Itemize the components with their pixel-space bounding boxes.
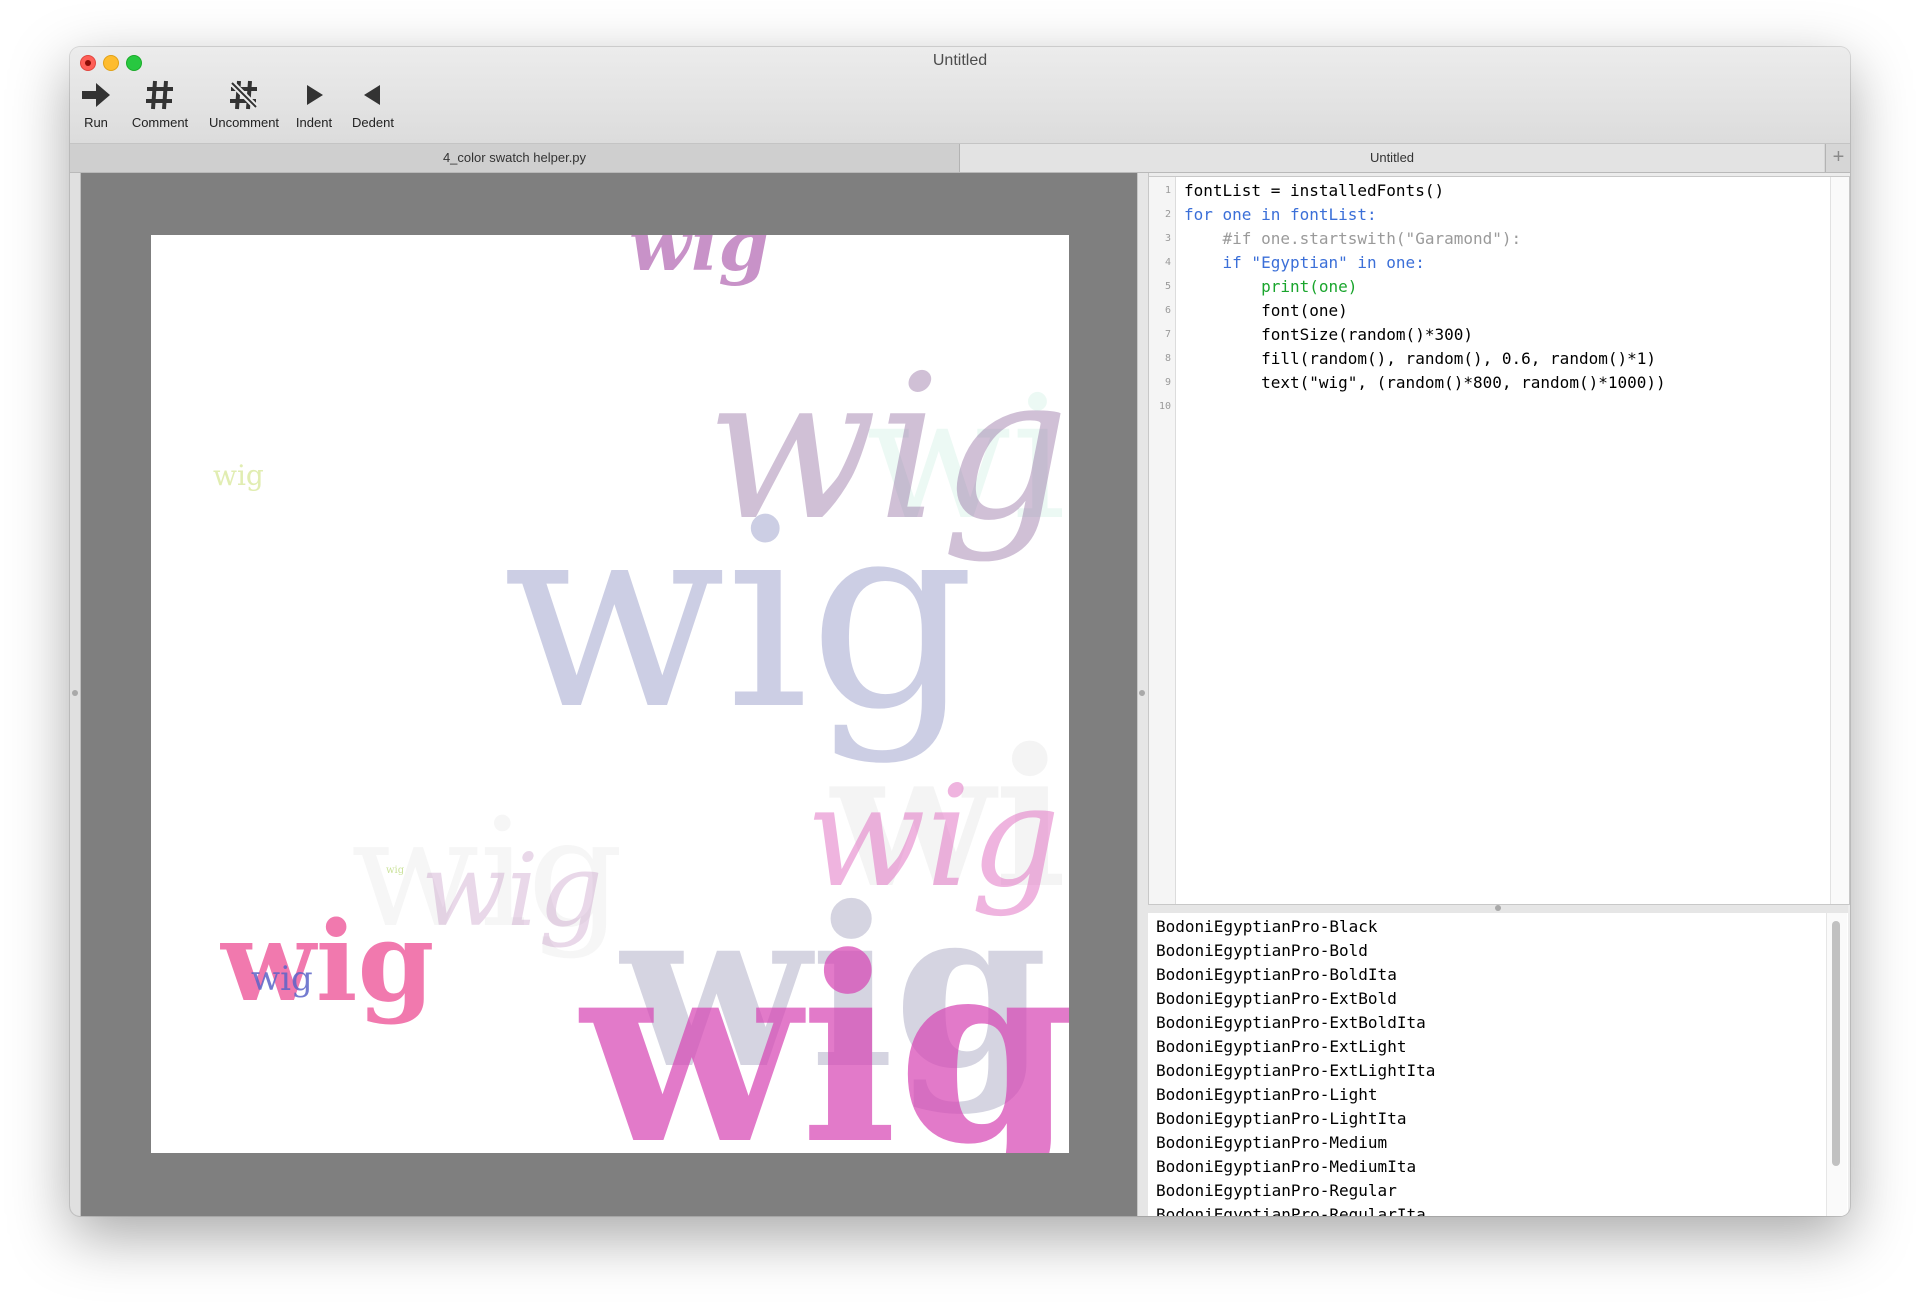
wig-artwork: wig wig wig wig wig wig wig wig wig wig … <box>213 235 1069 1153</box>
run-label: Run <box>84 115 108 130</box>
output-line: BodoniEgyptianPro-Regular <box>1156 1181 1397 1200</box>
tab-untitled[interactable]: Untitled <box>960 144 1824 172</box>
splitter-grip-icon <box>1139 690 1145 696</box>
splitter-grip-icon <box>1495 905 1501 911</box>
output-line: BodoniEgyptianPro-MediumIta <box>1156 1157 1417 1176</box>
line-number-gutter: 1 2 3 4 5 6 7 8 9 10 <box>1149 177 1176 904</box>
code-line: for one in fontList: <box>1184 205 1377 224</box>
code-line: #if one.startswith("Garamond"): <box>1184 229 1522 248</box>
indent-label: Indent <box>295 115 333 130</box>
wig-text: wig <box>421 832 603 949</box>
uncomment-button[interactable]: Uncomment <box>204 77 284 137</box>
code-line: text("wig", (random()*800, random()*1000… <box>1184 373 1666 392</box>
left-pane-handle[interactable] <box>70 173 81 1216</box>
window-title: Untitled <box>932 52 988 69</box>
add-tab-button[interactable]: + <box>1825 144 1850 172</box>
wig-text: wig <box>578 902 1069 1153</box>
code-line: print(one) <box>1184 277 1358 296</box>
code-line: fontSize(random()*300) <box>1184 325 1473 344</box>
code-line: if "Egyptian" in one: <box>1184 253 1425 272</box>
comment-label: Comment <box>131 115 189 130</box>
tab-bar: 4_color swatch helper.py Untitled + <box>70 144 1850 173</box>
titlebar: Untitled Run Comment Uncomment Indent De… <box>70 47 1850 144</box>
canvas-pane: wig wig wig wig wig wig wig wig wig wig … <box>70 173 1137 1216</box>
dedent-label: Dedent <box>352 115 394 130</box>
line-number: 1 <box>1164 185 1171 196</box>
line-number: 3 <box>1164 233 1171 244</box>
app-window: Untitled Run Comment Uncomment Indent De… <box>70 47 1850 1216</box>
dedent-triangle-icon <box>346 77 400 115</box>
line-number: 7 <box>1164 329 1171 340</box>
line-number: 4 <box>1164 257 1171 268</box>
output-scrollbar-thumb[interactable] <box>1832 921 1840 1166</box>
output-line: BodoniEgyptianPro-ExtLightIta <box>1156 1061 1436 1080</box>
code-editor[interactable]: 1 2 3 4 5 6 7 8 9 10 fontList = installe… <box>1148 176 1850 905</box>
tab-color-swatch-helper[interactable]: 4_color swatch helper.py <box>70 144 960 172</box>
hash-icon <box>128 77 192 115</box>
output-line: BodoniEgyptianPro-BoldIta <box>1156 965 1397 984</box>
output-line: BodoniEgyptianPro-Light <box>1156 1085 1378 1104</box>
line-number: 5 <box>1164 281 1171 292</box>
line-number: 10 <box>1158 401 1171 412</box>
line-number: 9 <box>1164 377 1171 388</box>
output-line: BodoniEgyptianPro-Bold <box>1156 941 1368 960</box>
wig-text: wig <box>629 235 769 287</box>
code-line: fill(random(), random(), 0.6, random()*1… <box>1184 349 1657 368</box>
handle-grip-icon <box>72 690 78 696</box>
code-line: fontList = installedFonts() <box>1184 181 1445 200</box>
run-button[interactable]: Run <box>78 77 114 137</box>
line-number: 2 <box>1164 209 1171 220</box>
run-arrow-icon <box>78 77 114 115</box>
output-console[interactable]: BodoniEgyptianPro-Black BodoniEgyptianPr… <box>1148 913 1848 1216</box>
uncomment-label: Uncomment <box>208 115 280 130</box>
output-line: BodoniEgyptianPro-ExtLight <box>1156 1037 1407 1056</box>
line-number: 6 <box>1164 305 1171 316</box>
hash-struck-icon <box>204 77 284 115</box>
output-line: BodoniEgyptianPro-ExtBold <box>1156 989 1397 1008</box>
indent-button[interactable]: Indent <box>292 77 336 137</box>
code-line: font(one) <box>1184 301 1348 320</box>
dedent-button[interactable]: Dedent <box>346 77 400 137</box>
output-line: BodoniEgyptianPro-ExtBoldIta <box>1156 1013 1426 1032</box>
editor-scrollbar[interactable] <box>1830 177 1849 904</box>
output-line: BodoniEgyptianPro-Medium <box>1156 1133 1388 1152</box>
output-line: BodoniEgyptianPro-LightIta <box>1156 1109 1407 1128</box>
drawing-canvas[interactable]: wig wig wig wig wig wig wig wig wig wig … <box>151 235 1069 1153</box>
comment-button[interactable]: Comment <box>128 77 192 137</box>
wig-text: wig <box>213 459 264 492</box>
line-number: 8 <box>1164 353 1171 364</box>
output-line: BodoniEgyptianPro-RegularIta <box>1156 1205 1426 1216</box>
wig-text: wig <box>251 959 313 999</box>
output-line: BodoniEgyptianPro-Black <box>1156 917 1378 936</box>
indent-triangle-icon <box>292 77 336 115</box>
